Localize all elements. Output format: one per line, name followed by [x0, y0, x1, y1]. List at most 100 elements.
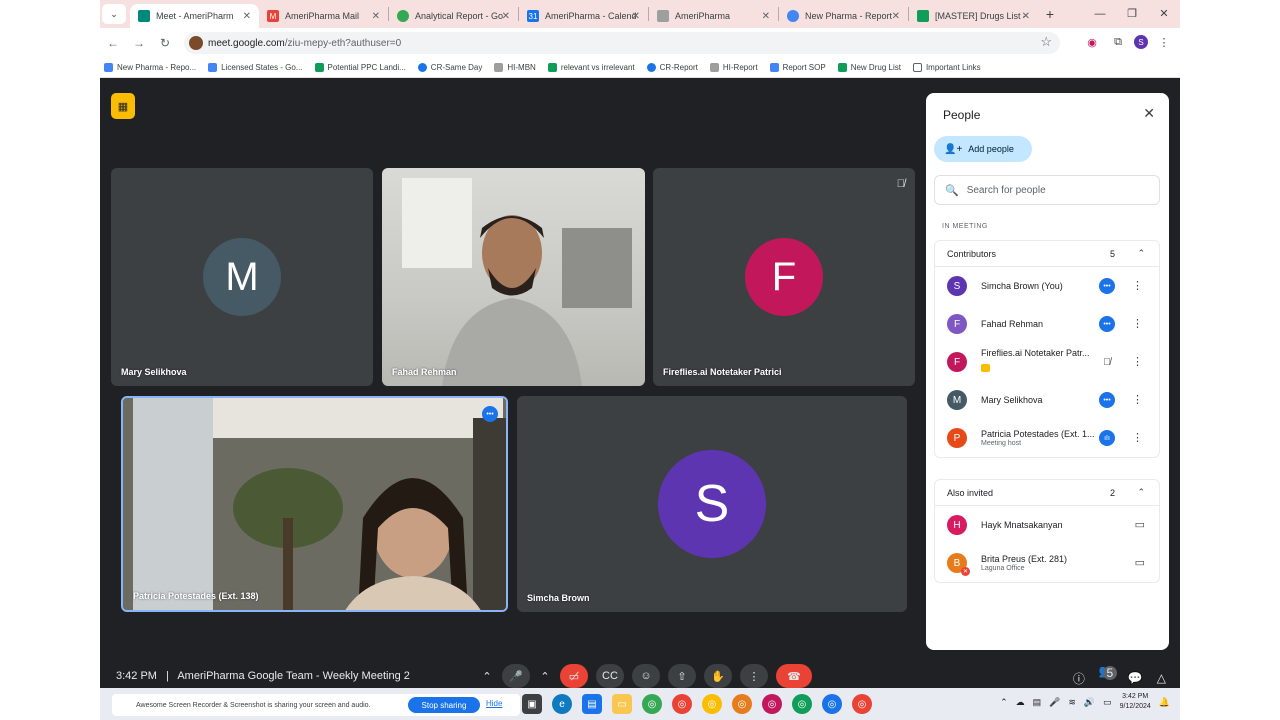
participant-tile-patricia[interactable]: ••• Patricia Potestades (Ext. 138) [121, 396, 508, 612]
more-options-icon[interactable]: ⋮ [1132, 317, 1143, 330]
participant-tile-fahad[interactable]: Fahad Rehman [382, 168, 645, 386]
close-tab-icon[interactable]: ✕ [1022, 11, 1030, 22]
more-options-icon[interactable]: ⋮ [1132, 431, 1143, 444]
address-bar[interactable]: meet.google.com/ziu-mepy-eth?authuser=0 … [184, 32, 1060, 54]
back-icon[interactable]: ← [100, 36, 126, 50]
participant-tile-simcha[interactable]: S Simcha Brown [517, 396, 907, 612]
chevron-up-icon[interactable]: ⌃ [1137, 248, 1145, 259]
more-options-icon[interactable]: ⋮ [1132, 355, 1143, 368]
participant-tile-fireflies[interactable]: 🎙̸ F Fireflies.ai Notetaker Patrici [653, 168, 915, 386]
task-view-icon[interactable]: ▣ [522, 694, 542, 714]
tab-new-pharma-report[interactable]: New Pharma - Report ✕ [779, 4, 908, 28]
participant-tile-mary[interactable]: M Mary Selikhova [111, 168, 373, 386]
tab-drugs-list[interactable]: [MASTER] Drugs List - ✕ [909, 4, 1038, 28]
participant-row[interactable]: S Simcha Brown (You) ••• ⋮ [935, 267, 1159, 305]
tab-search-button[interactable]: ⌄ [102, 4, 126, 24]
bookmark-item[interactable]: HI-MBN [494, 63, 536, 72]
close-window-icon[interactable]: ✕ [1148, 0, 1180, 28]
message-icon[interactable]: ▭ [1135, 556, 1145, 569]
profile-avatar[interactable]: S [1134, 35, 1148, 49]
tab-analytical-report[interactable]: Analytical Report - Go ✕ [389, 4, 518, 28]
more-options-icon[interactable]: ⋮ [1132, 279, 1143, 292]
store-icon[interactable]: ▤ [582, 694, 602, 714]
volume-icon[interactable]: 🔊 [1084, 697, 1095, 708]
chrome-icon[interactable]: ◎ [852, 694, 872, 714]
participant-row[interactable]: F Fahad Rehman ••• ⋮ [935, 305, 1159, 343]
tab-meet[interactable]: Meet - AmeriPharm ✕ [130, 4, 259, 28]
tab-mail[interactable]: M AmeriPharma Mail ✕ [259, 4, 388, 28]
add-people-button[interactable]: 👤+ Add people [934, 136, 1032, 162]
emoji-reaction-button[interactable]: ☺ [632, 664, 660, 688]
present-screen-button[interactable]: ⇧ [668, 664, 696, 688]
stop-sharing-button[interactable]: Stop sharing [408, 697, 480, 713]
bookmark-item[interactable]: Report SOP [769, 63, 826, 72]
browser-menu-icon[interactable]: ⋮ [1154, 32, 1174, 52]
chrome-icon[interactable]: ◎ [762, 694, 782, 714]
participant-row[interactable]: F Fireflies.ai Notetaker Patr... 🎙̸ ⋮ [935, 343, 1159, 381]
chrome-icon[interactable]: ◎ [642, 694, 662, 714]
chrome-icon[interactable]: ◎ [672, 694, 692, 714]
chevron-up-icon[interactable]: ⌃ [1000, 697, 1008, 708]
tab-calendar[interactable]: 31 AmeriPharma - Calend ✕ [519, 4, 648, 28]
minimize-icon[interactable]: — [1084, 0, 1116, 28]
close-tab-icon[interactable]: ✕ [502, 11, 510, 22]
cloud-icon[interactable]: ☁ [1016, 697, 1025, 708]
microphone-button[interactable]: 🎤 [502, 664, 530, 688]
host-controls-icon[interactable]: ▦ [111, 93, 135, 119]
maximize-icon[interactable]: ❐ [1116, 0, 1148, 28]
chat-icon[interactable]: 💬 [1128, 671, 1143, 685]
chrome-icon[interactable]: ◎ [822, 694, 842, 714]
chrome-icon[interactable]: ◎ [792, 694, 812, 714]
tab-ameripharma[interactable]: AmeriPharma ✕ [649, 4, 778, 28]
extensions-puzzle-icon[interactable]: ⧉ [1108, 32, 1128, 52]
activities-icon[interactable]: △ [1157, 671, 1166, 685]
file-explorer-icon[interactable]: ▭ [612, 694, 632, 714]
search-people-input[interactable]: 🔍 Search for people [934, 175, 1160, 205]
bookmark-star-icon[interactable]: ☆ [1040, 34, 1052, 50]
leave-call-button[interactable]: ☎ [776, 664, 812, 688]
meeting-details-icon[interactable]: ⓘ [1073, 670, 1085, 687]
close-tab-icon[interactable]: ✕ [762, 11, 770, 22]
chrome-icon[interactable]: ◎ [732, 694, 752, 714]
edge-icon[interactable]: e [552, 694, 572, 714]
camera-off-button[interactable]: ▭̸ [560, 664, 588, 688]
notification-icon[interactable]: 🔔 [1159, 697, 1170, 708]
mic-options-chevron-icon[interactable]: ⌃ [480, 664, 494, 688]
bookmark-item[interactable]: New Drug List [837, 63, 901, 72]
more-options-icon[interactable]: ⋮ [1132, 393, 1143, 406]
forward-icon[interactable]: → [126, 36, 152, 50]
captions-button[interactable]: CC [596, 664, 624, 688]
message-icon[interactable]: ▭ [1135, 518, 1145, 531]
hide-banner-link[interactable]: Hide [486, 699, 502, 708]
invited-row[interactable]: H Hayk Mnatsakanyan ▭ [935, 506, 1159, 544]
close-tab-icon[interactable]: ✕ [372, 11, 380, 22]
microphone-icon[interactable]: 🎤 [1049, 697, 1060, 708]
close-tab-icon[interactable]: ✕ [892, 11, 900, 22]
bookmark-item[interactable]: CR-Same Day [417, 63, 482, 72]
raise-hand-button[interactable]: ✋ [704, 664, 732, 688]
site-info-icon[interactable] [189, 36, 203, 50]
bookmark-item[interactable]: Potential PPC Landi... [314, 63, 406, 72]
more-options-button[interactable]: ⋮ [740, 664, 768, 688]
network-icon[interactable]: ▤ [1033, 697, 1042, 708]
bookmark-item[interactable]: New Pharma - Repo... [104, 63, 196, 72]
new-tab-button[interactable]: + [1038, 6, 1062, 22]
also-invited-header[interactable]: Also invited 2 ⌃ [935, 480, 1159, 506]
bookmark-item[interactable]: CR-Report [646, 63, 698, 72]
chevron-up-icon[interactable]: ⌃ [1137, 487, 1145, 498]
close-tab-icon[interactable]: ✕ [632, 11, 640, 22]
battery-icon[interactable]: ▭ [1103, 697, 1112, 708]
camera-options-chevron-icon[interactable]: ⌃ [538, 664, 552, 688]
bookmark-item[interactable]: HI-Report [709, 63, 758, 72]
bookmark-item[interactable]: Licensed States - Go... [208, 63, 303, 72]
bookmark-folder[interactable]: Important Links [912, 63, 981, 72]
reload-icon[interactable]: ↻ [152, 36, 178, 50]
chrome-icon[interactable]: ◎ [702, 694, 722, 714]
contributors-header[interactable]: Contributors 5 ⌃ [935, 241, 1159, 267]
close-panel-icon[interactable]: ✕ [1143, 105, 1155, 122]
bookmark-item[interactable]: relevant vs irrelevant [547, 63, 635, 72]
participant-row[interactable]: P Patricia Potestades (Ext. 1... Meeting … [935, 419, 1159, 457]
invited-row[interactable]: B ✕ Brita Preus (Ext. 281) Laguna Office ▭ [935, 544, 1159, 582]
close-tab-icon[interactable]: ✕ [243, 11, 251, 22]
extension-icon[interactable]: ◉ [1082, 32, 1102, 52]
